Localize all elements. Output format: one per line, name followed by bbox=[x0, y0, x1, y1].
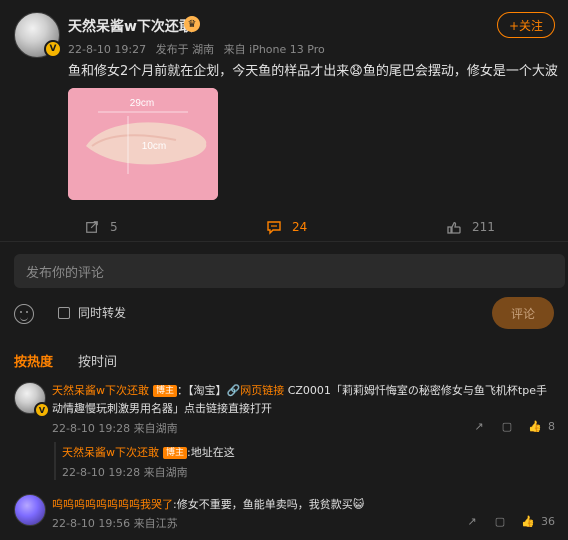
submit-comment-button[interactable]: 评论 bbox=[492, 297, 554, 329]
comment-actions: ↗ ▢ 👍 8 bbox=[472, 419, 555, 433]
share-action[interactable]: 5 bbox=[84, 219, 118, 235]
like-action[interactable]: 211 bbox=[446, 219, 495, 235]
comment-input[interactable]: 发布你的评论 bbox=[14, 254, 565, 288]
share-count: 5 bbox=[110, 220, 118, 234]
comment-like[interactable]: 👍 8 bbox=[528, 419, 555, 433]
crown-icon: ♛ bbox=[184, 16, 200, 32]
like-icon bbox=[446, 219, 462, 235]
comment-icon bbox=[266, 219, 282, 235]
reply-author-tag: 博主 bbox=[163, 447, 188, 459]
comment-text-prefix: ：【淘宝】 bbox=[177, 384, 227, 397]
follow-button[interactable]: +关注 bbox=[497, 12, 555, 38]
comment-body: 天然呆酱w下次还敢 博主 ：【淘宝】🔗网页链接 CZ0001「莉莉姆忏悔室の秘密修女… bbox=[52, 382, 552, 418]
comment-like[interactable]: 👍 36 bbox=[521, 514, 555, 528]
repost-label: 同时转发 bbox=[78, 306, 127, 320]
image-label-29cm: 29cm bbox=[130, 98, 154, 109]
reply-meta: 22-8-10 19:28 来自湖南 bbox=[62, 466, 188, 479]
post-device: 来自 iPhone 13 Pro bbox=[223, 43, 325, 56]
post-location: 发布于 湖南 bbox=[155, 43, 215, 56]
reply-author[interactable]: 天然呆酱w下次还敢 bbox=[62, 446, 159, 459]
reply-body: 天然呆酱w下次还敢 博主:地址在这 bbox=[62, 444, 235, 460]
reply-text: :地址在这 bbox=[187, 446, 235, 459]
share-icon[interactable]: ↗ bbox=[465, 514, 479, 528]
comment-icon[interactable]: ▢ bbox=[493, 514, 507, 528]
like-icon: 👍 bbox=[528, 419, 542, 433]
comment-link[interactable]: 网页链接 bbox=[240, 384, 284, 397]
emoji-eye-right bbox=[26, 311, 28, 313]
comment-like-count: 36 bbox=[541, 514, 555, 528]
post-image[interactable]: 29cm 10cm bbox=[68, 88, 218, 200]
comment-meta: 22-8-10 19:28 来自湖南 bbox=[52, 422, 178, 435]
emoji-icon[interactable] bbox=[14, 304, 34, 324]
emoji-eye-left bbox=[20, 311, 22, 313]
emoji-mouth bbox=[20, 316, 28, 321]
comment-like-count: 8 bbox=[548, 419, 555, 433]
repost-toggle[interactable]: 同时转发 bbox=[58, 304, 126, 321]
comment-input-placeholder: 发布你的评论 bbox=[26, 265, 105, 281]
tab-sort-time[interactable]: 按时间 bbox=[78, 351, 117, 370]
post-author-name[interactable]: 天然呆酱w下次还敢 bbox=[68, 16, 193, 36]
post-text: 鱼和修女2个月前就在企划，今天鱼的样品才出来😧鱼的尾巴会摆动，修女是一个大波 bbox=[68, 64, 558, 79]
share-icon bbox=[84, 219, 100, 235]
author-tag: 博主 bbox=[153, 385, 178, 397]
tab-sort-hot[interactable]: 按热度 bbox=[14, 351, 53, 370]
post-meta: 22-8-10 19:27 发布于 湖南 来自 iPhone 13 Pro bbox=[68, 41, 325, 57]
comment-actions: ↗ ▢ 👍 36 bbox=[465, 514, 555, 528]
link-icon: 🔗 bbox=[226, 384, 241, 397]
share-icon[interactable]: ↗ bbox=[472, 419, 486, 433]
verified-badge-icon: V bbox=[34, 402, 50, 418]
post-date: 22-8-10 19:27 bbox=[68, 43, 147, 56]
comment-icon[interactable]: ▢ bbox=[500, 419, 514, 433]
comment-author[interactable]: 呜呜呜呜呜呜呜呜我哭了 bbox=[52, 498, 173, 511]
like-icon: 👍 bbox=[521, 514, 535, 528]
comment-body: 呜呜呜呜呜呜呜呜我哭了:修女不重要，鱼能单卖吗，我贫款买😺 bbox=[52, 496, 364, 512]
like-count: 211 bbox=[472, 220, 495, 234]
comment-count: 24 bbox=[292, 220, 308, 234]
comment-author[interactable]: 天然呆酱w下次还敢 bbox=[52, 384, 149, 397]
comment-meta: 22-8-10 19:56 来自江苏 bbox=[52, 517, 178, 530]
comment-action[interactable]: 24 bbox=[266, 219, 307, 235]
reply-thread-line bbox=[54, 442, 56, 480]
verified-badge-icon: V bbox=[44, 40, 62, 58]
comment-avatar[interactable] bbox=[14, 494, 46, 526]
repost-checkbox[interactable] bbox=[58, 306, 70, 319]
divider bbox=[0, 241, 568, 242]
fish-product-image: 29cm 10cm bbox=[68, 88, 218, 200]
image-label-10cm: 10cm bbox=[142, 141, 166, 152]
comment-text: :修女不重要，鱼能单卖吗，我贫款买😺 bbox=[173, 498, 365, 511]
